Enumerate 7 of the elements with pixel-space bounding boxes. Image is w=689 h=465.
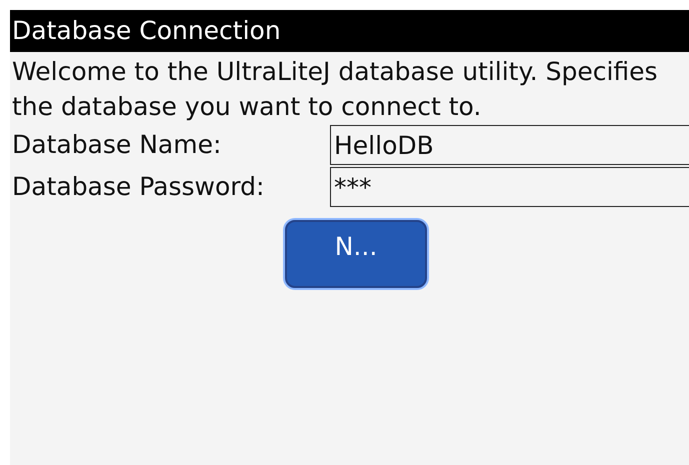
next-button[interactable]: N... (285, 220, 427, 288)
input-field[interactable]: HelloDB (330, 125, 689, 165)
field-label: Database Name: (12, 129, 222, 162)
window-title: Database Connection (10, 10, 689, 52)
input-field[interactable]: *** (330, 167, 689, 207)
intro-text: Welcome to the UltraLiteJ database utility. Specifies the database you want to connect to. (11, 56, 659, 123)
field-label: Database Password: (12, 171, 266, 204)
